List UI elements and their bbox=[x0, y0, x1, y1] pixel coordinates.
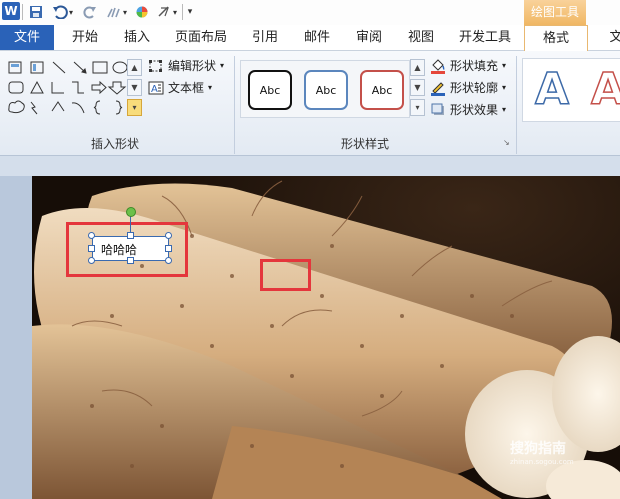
shape-effects-button[interactable]: 形状效果 ▾ bbox=[430, 100, 506, 120]
shape-style-blue[interactable]: Abc bbox=[304, 70, 348, 110]
chevron-down-icon: ▾ bbox=[502, 61, 507, 70]
tab-file[interactable]: 文件 bbox=[0, 25, 54, 50]
redo-icon[interactable] bbox=[80, 2, 100, 22]
shapes-gallery bbox=[4, 58, 136, 120]
shape-grid[interactable] bbox=[4, 58, 136, 120]
resize-handle-left[interactable] bbox=[88, 245, 95, 252]
group-divider bbox=[516, 56, 517, 154]
edit-shape-button[interactable]: 编辑形状 ▾ bbox=[148, 56, 224, 76]
wordart-letter: A bbox=[591, 64, 620, 112]
wordart-style-blue[interactable]: A bbox=[528, 62, 576, 114]
shapes-scroll-down-icon[interactable]: ▼ bbox=[127, 79, 142, 96]
text-box-label: 文本框 bbox=[168, 81, 205, 95]
drawing-tools-context-label: 绘图工具 bbox=[524, 0, 586, 25]
chevron-down-icon: ▾ bbox=[208, 83, 213, 92]
undo-dropdown-icon[interactable]: ▾ bbox=[66, 2, 76, 22]
shapes-more-icon[interactable]: ▾ bbox=[127, 99, 142, 116]
save-icon[interactable] bbox=[26, 2, 46, 22]
color-icon[interactable] bbox=[132, 2, 152, 22]
resize-handle-bottom[interactable] bbox=[127, 257, 134, 264]
insert-shapes-group-label: 插入形状 bbox=[90, 137, 139, 151]
tab-insert[interactable]: 插入 bbox=[114, 25, 160, 50]
rotation-handle[interactable] bbox=[126, 207, 136, 217]
tab-home[interactable]: 开始 bbox=[62, 25, 108, 50]
shape-fill-button[interactable]: 形状填充 ▾ bbox=[430, 56, 506, 76]
shape-styles-group-label: 形状样式 bbox=[340, 137, 389, 151]
pen-outline-icon bbox=[430, 80, 446, 96]
tab-developer[interactable]: 开发工具 bbox=[454, 25, 516, 50]
wordart-style-red[interactable]: A bbox=[584, 62, 620, 114]
watermark-sub-text: zhinan.sogou.com bbox=[510, 458, 574, 466]
resize-handle-top[interactable] bbox=[127, 232, 134, 239]
format-painter-dropdown-icon[interactable]: ▾ bbox=[120, 2, 130, 22]
resize-handle-top-right[interactable] bbox=[165, 232, 172, 239]
tab-page-layout[interactable]: 页面布局 bbox=[170, 25, 232, 50]
shape-fill-label: 形状填充 bbox=[450, 59, 499, 73]
watermark-main-text: 搜狗指南 bbox=[510, 441, 566, 457]
ruler bbox=[0, 156, 620, 176]
tab-mailings[interactable]: 邮件 bbox=[294, 25, 340, 50]
shape-outline-label: 形状轮廓 bbox=[450, 81, 499, 95]
text-box-button[interactable]: A 文本框 ▾ bbox=[148, 78, 212, 98]
resize-handle-top-left[interactable] bbox=[88, 232, 95, 239]
highlight-box-target bbox=[260, 259, 311, 291]
tab-references[interactable]: 引用 bbox=[242, 25, 288, 50]
tab-format[interactable]: 格式 bbox=[524, 25, 588, 52]
shape-style-red[interactable]: Abc bbox=[360, 70, 404, 110]
group-divider bbox=[234, 56, 235, 154]
watermark-logo: 搜狗指南 zhinan.sogou.com bbox=[510, 438, 620, 474]
shapes-scroll-up-icon[interactable]: ▲ bbox=[127, 59, 142, 76]
svg-text:A: A bbox=[151, 84, 158, 95]
edit-shape-label: 编辑形状 bbox=[168, 59, 217, 73]
text-box-content[interactable]: 哈哈哈 bbox=[101, 241, 137, 258]
styles-more-icon[interactable]: ▾ bbox=[410, 99, 425, 116]
chevron-down-icon: ▾ bbox=[502, 105, 507, 114]
shape-style-black[interactable]: Abc bbox=[248, 70, 292, 110]
shape-effects-icon bbox=[430, 102, 446, 118]
dialog-launcher-icon[interactable]: ↘ bbox=[503, 138, 512, 147]
chevron-down-icon: ▾ bbox=[502, 83, 507, 92]
chevron-down-icon: ▾ bbox=[220, 61, 225, 70]
resize-handle-bottom-right[interactable] bbox=[165, 257, 172, 264]
paint-bucket-icon bbox=[430, 58, 446, 74]
shape-outline-button[interactable]: 形状轮廓 ▾ bbox=[430, 78, 506, 98]
word-app-icon[interactable]: W bbox=[2, 2, 20, 20]
styles-scroll-down-icon[interactable]: ▼ bbox=[410, 79, 425, 96]
text-box-icon: A bbox=[148, 80, 164, 96]
edit-points-icon bbox=[148, 58, 164, 74]
qat-separator bbox=[182, 4, 183, 20]
resize-handle-bottom-left[interactable] bbox=[88, 257, 95, 264]
styles-scroll-up-icon[interactable]: ▲ bbox=[410, 59, 425, 76]
wordart-letter: A bbox=[535, 64, 569, 112]
tab-review[interactable]: 审阅 bbox=[346, 25, 392, 50]
customize-icon[interactable]: ▾ bbox=[184, 2, 196, 22]
qat-separator bbox=[22, 4, 23, 20]
resize-handle-right[interactable] bbox=[165, 245, 172, 252]
shape-effects-label: 形状效果 bbox=[450, 103, 499, 117]
tab-overflow[interactable]: 文 bbox=[606, 25, 620, 50]
clear-format-dropdown-icon[interactable]: ▾ bbox=[170, 2, 180, 22]
tab-view[interactable]: 视图 bbox=[398, 25, 444, 50]
